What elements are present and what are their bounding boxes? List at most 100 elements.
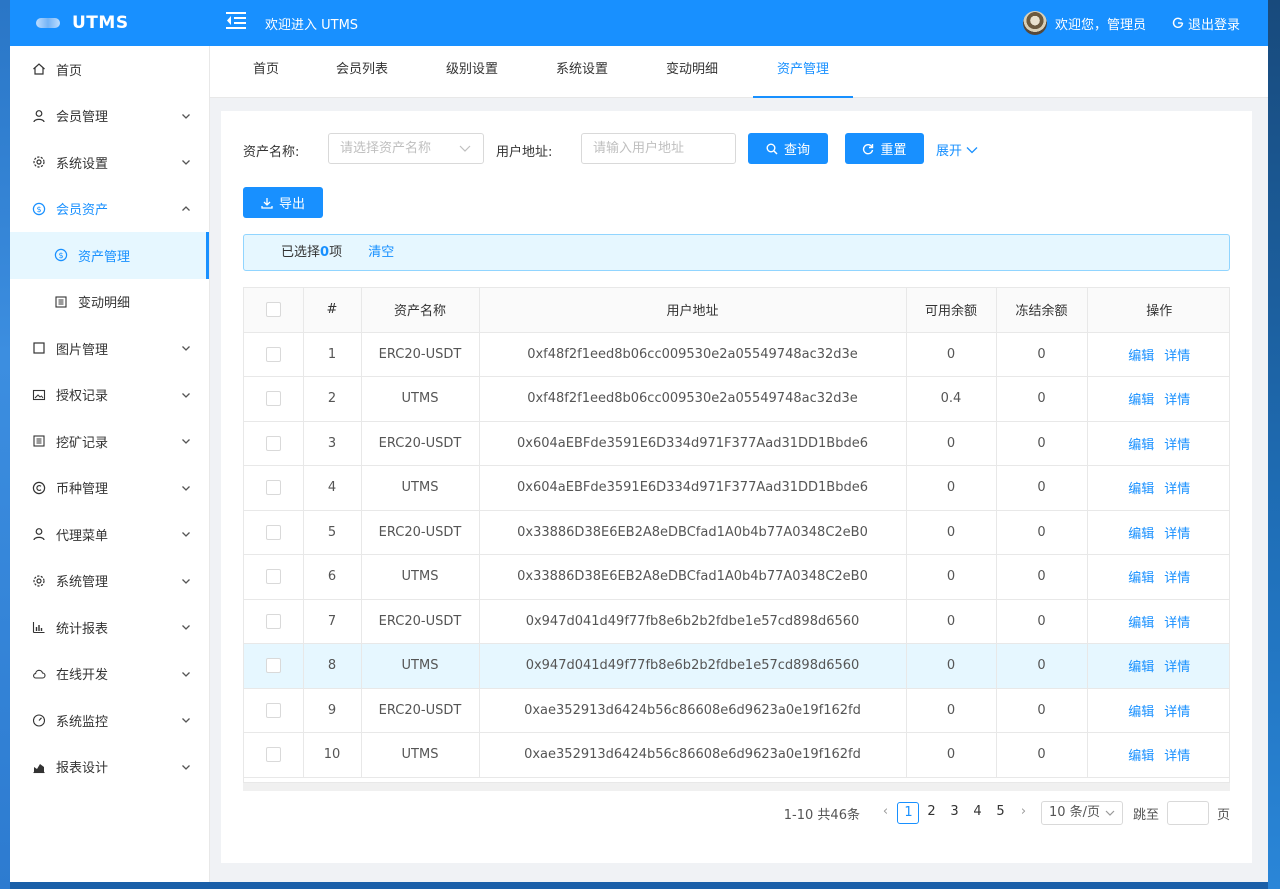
edit-link[interactable]: 编辑 — [1128, 660, 1154, 675]
edit-link[interactable]: 编辑 — [1128, 349, 1154, 364]
expand-label: 展开 — [936, 144, 963, 159]
sidebar-item[interactable]: 系统设置 — [10, 139, 209, 186]
edit-link[interactable]: 编辑 — [1128, 705, 1154, 720]
logo[interactable]: UTMS — [10, 0, 210, 46]
tab[interactable]: 级别设置 — [432, 46, 512, 98]
tab[interactable]: 首页 — [238, 46, 294, 98]
row-checkbox[interactable] — [265, 747, 281, 763]
next-page-button[interactable]: › — [1012, 802, 1034, 824]
chevron-down-icon — [181, 714, 191, 724]
select-all-checkbox[interactable] — [265, 302, 281, 318]
page-size-select[interactable]: 10 条/页 — [1040, 801, 1123, 825]
tab[interactable]: 资产管理 — [753, 46, 853, 98]
table-row[interactable]: 8 UTMS 0x947d041d49f77fb8e6b2b2fdbe1e57cd8… — [244, 643, 1229, 689]
sidebar-item[interactable]: 币种管理 — [10, 465, 209, 512]
table-row[interactable]: 3 ERC20-USDT 0x604aEBFde3591E6D334d971F377… — [244, 421, 1229, 466]
detail-link[interactable]: 详情 — [1164, 705, 1190, 720]
detail-link[interactable]: 详情 — [1164, 349, 1190, 364]
row-select-cell — [244, 421, 304, 466]
edit-link[interactable]: 编辑 — [1128, 571, 1154, 586]
tab[interactable]: 会员列表 — [322, 46, 402, 98]
row-checkbox[interactable] — [265, 435, 281, 451]
jump-page-input[interactable] — [1166, 801, 1209, 825]
expand-toggle[interactable]: 展开 — [936, 140, 978, 159]
page-number-button[interactable]: 3 — [943, 802, 965, 824]
sidebar-item[interactable]: 系统管理 — [10, 558, 209, 605]
reset-button[interactable]: 重置 — [845, 133, 924, 164]
available-balance-cell: 0 — [906, 332, 997, 377]
table-row[interactable]: 5 ERC20-USDT 0x33886D38E6EB2A8eDBCfad1A0b4… — [244, 510, 1229, 555]
table-row[interactable]: 7 ERC20-USDT 0x947d041d49f77fb8e6b2b2fdbe1… — [244, 599, 1229, 644]
user-address-input[interactable] — [581, 133, 736, 164]
clear-selection-link[interactable]: 清空 — [368, 245, 394, 260]
table-row[interactable]: 4 UTMS 0x604aEBFde3591E6D334d971F377Aad31D… — [244, 465, 1229, 511]
row-checkbox[interactable] — [265, 613, 281, 629]
edit-link[interactable]: 编辑 — [1128, 482, 1154, 497]
table-row[interactable]: 1 ERC20-USDT 0xf48f2f1eed8b06cc009530e2a05… — [244, 332, 1229, 377]
sidebar-item[interactable]: 代理菜单 — [10, 511, 209, 558]
sidebar-item[interactable]: $ 会员资产 — [10, 186, 209, 233]
detail-link[interactable]: 详情 — [1164, 616, 1190, 631]
svg-text:$: $ — [58, 251, 63, 260]
sidebar-item[interactable]: 会员管理 — [10, 93, 209, 140]
row-checkbox[interactable] — [265, 391, 281, 407]
row-checkbox[interactable] — [265, 346, 281, 362]
page-number-button[interactable]: 5 — [989, 802, 1011, 824]
row-checkbox[interactable] — [265, 524, 281, 540]
sidebar-item-label: 会员资产 — [56, 203, 109, 219]
edit-link[interactable]: 编辑 — [1128, 527, 1154, 542]
page-number-button[interactable]: 2 — [920, 802, 942, 824]
table-row[interactable]: 2 UTMS 0xf48f2f1eed8b06cc009530e2a05549748… — [244, 376, 1229, 422]
row-checkbox[interactable] — [265, 569, 281, 585]
detail-link[interactable]: 详情 — [1164, 393, 1190, 408]
frozen-balance-cell: 0 — [996, 465, 1088, 511]
sidebar-item[interactable]: 统计报表 — [10, 604, 209, 651]
menu-fold-icon[interactable] — [226, 11, 248, 29]
export-button[interactable]: 导出 — [243, 187, 323, 218]
table-row[interactable]: 6 UTMS 0x33886D38E6EB2A8eDBCfad1A0b4b77A03… — [244, 554, 1229, 600]
sidebar-item[interactable]: 授权记录 — [10, 372, 209, 419]
selection-prefix: 已选择 — [281, 245, 321, 260]
prev-page-button[interactable]: ‹ — [874, 802, 896, 824]
sidebar-item[interactable]: $ 资产管理 — [10, 232, 209, 279]
page-number-button[interactable]: 4 — [966, 802, 988, 824]
tab[interactable]: 系统设置 — [542, 46, 622, 98]
horizontal-scrollbar[interactable] — [243, 783, 1230, 791]
sidebar-item[interactable]: 变动明细 — [10, 279, 209, 326]
detail-link[interactable]: 详情 — [1164, 527, 1190, 542]
detail-link[interactable]: 详情 — [1164, 482, 1190, 497]
sidebar-item[interactable]: 在线开发 — [10, 651, 209, 698]
detail-link[interactable]: 详情 — [1164, 749, 1190, 764]
detail-link[interactable]: 详情 — [1164, 660, 1190, 675]
chevron-down-icon — [1105, 810, 1115, 816]
sidebar-item[interactable]: 系统监控 — [10, 697, 209, 744]
page-tabs: 首页 会员列表 级别设置 系统设置 变动明细 资产管理 — [210, 46, 1268, 98]
detail-link[interactable]: 详情 — [1164, 438, 1190, 453]
table-row[interactable]: 10 UTMS 0xae352913d6424b56c86608e6d9623a0e… — [244, 732, 1229, 778]
page-number-button[interactable]: 1 — [897, 802, 920, 824]
edit-link[interactable]: 编辑 — [1128, 749, 1154, 764]
sidebar-item[interactable]: 挖矿记录 — [10, 418, 209, 465]
table-row[interactable]: 9 ERC20-USDT 0xae352913d6424b56c86608e6d96… — [244, 688, 1229, 733]
detail-link[interactable]: 详情 — [1164, 571, 1190, 586]
cloud-icon — [32, 667, 46, 681]
row-checkbox[interactable] — [265, 658, 281, 674]
query-button[interactable]: 查询 — [748, 133, 828, 164]
logout-button[interactable]: 退出登录 — [1172, 14, 1240, 33]
avatar[interactable] — [1022, 11, 1047, 35]
frozen-balance-cell: 0 — [996, 732, 1088, 778]
edit-link[interactable]: 编辑 — [1128, 616, 1154, 631]
sidebar-item[interactable]: 报表设计 — [10, 744, 209, 791]
sidebar-item[interactable]: 图片管理 — [10, 325, 209, 372]
asset-name-select[interactable]: 请选择资产名称 — [328, 133, 484, 164]
row-checkbox[interactable] — [265, 702, 281, 718]
content-card: 资产名称: 请选择资产名称 用户地址: 查询 重置 展开 导出 已选择0项 清空 — [221, 111, 1252, 863]
edit-link[interactable]: 编辑 — [1128, 393, 1154, 408]
available-balance-cell: 0 — [906, 554, 997, 600]
header-title: 欢迎进入 UTMS — [265, 18, 359, 33]
gear-icon — [32, 574, 46, 588]
edit-link[interactable]: 编辑 — [1128, 438, 1154, 453]
tab[interactable]: 变动明细 — [652, 46, 732, 98]
sidebar-item[interactable]: 首页 — [10, 46, 209, 93]
row-checkbox[interactable] — [265, 480, 281, 496]
